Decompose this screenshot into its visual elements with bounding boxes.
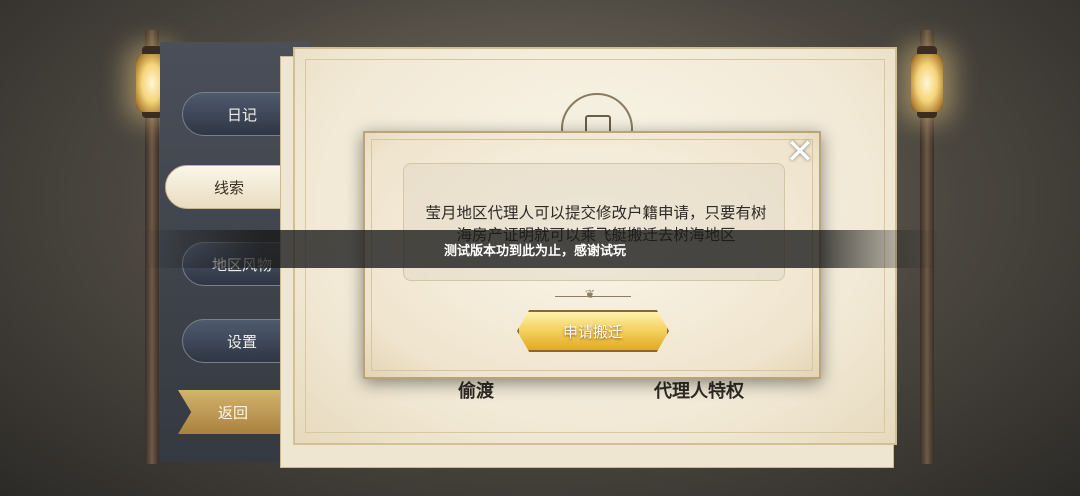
tab-clues[interactable]: 线索 — [165, 165, 293, 209]
apply-relocation-button[interactable]: 申请搬迁 — [517, 310, 669, 352]
tab-diary-label: 日记 — [226, 105, 257, 124]
clue-card-smuggle[interactable]: 偷渡 — [458, 377, 494, 403]
clue-card-agent-privilege[interactable]: 代理人特权 — [654, 377, 744, 403]
close-icon[interactable]: ✕ — [782, 134, 818, 170]
tab-settings-label: 设置 — [226, 332, 257, 351]
apply-button-label: 申请搬迁 — [562, 322, 623, 341]
back-button[interactable]: 返回 — [178, 390, 288, 434]
toast-message: 测试版本功到此为止，感谢试玩 — [444, 244, 627, 259]
lantern-right-icon — [911, 46, 943, 118]
ornament-divider — [555, 287, 631, 301]
tab-clues-label: 线索 — [213, 178, 244, 197]
back-button-label: 返回 — [217, 403, 248, 422]
